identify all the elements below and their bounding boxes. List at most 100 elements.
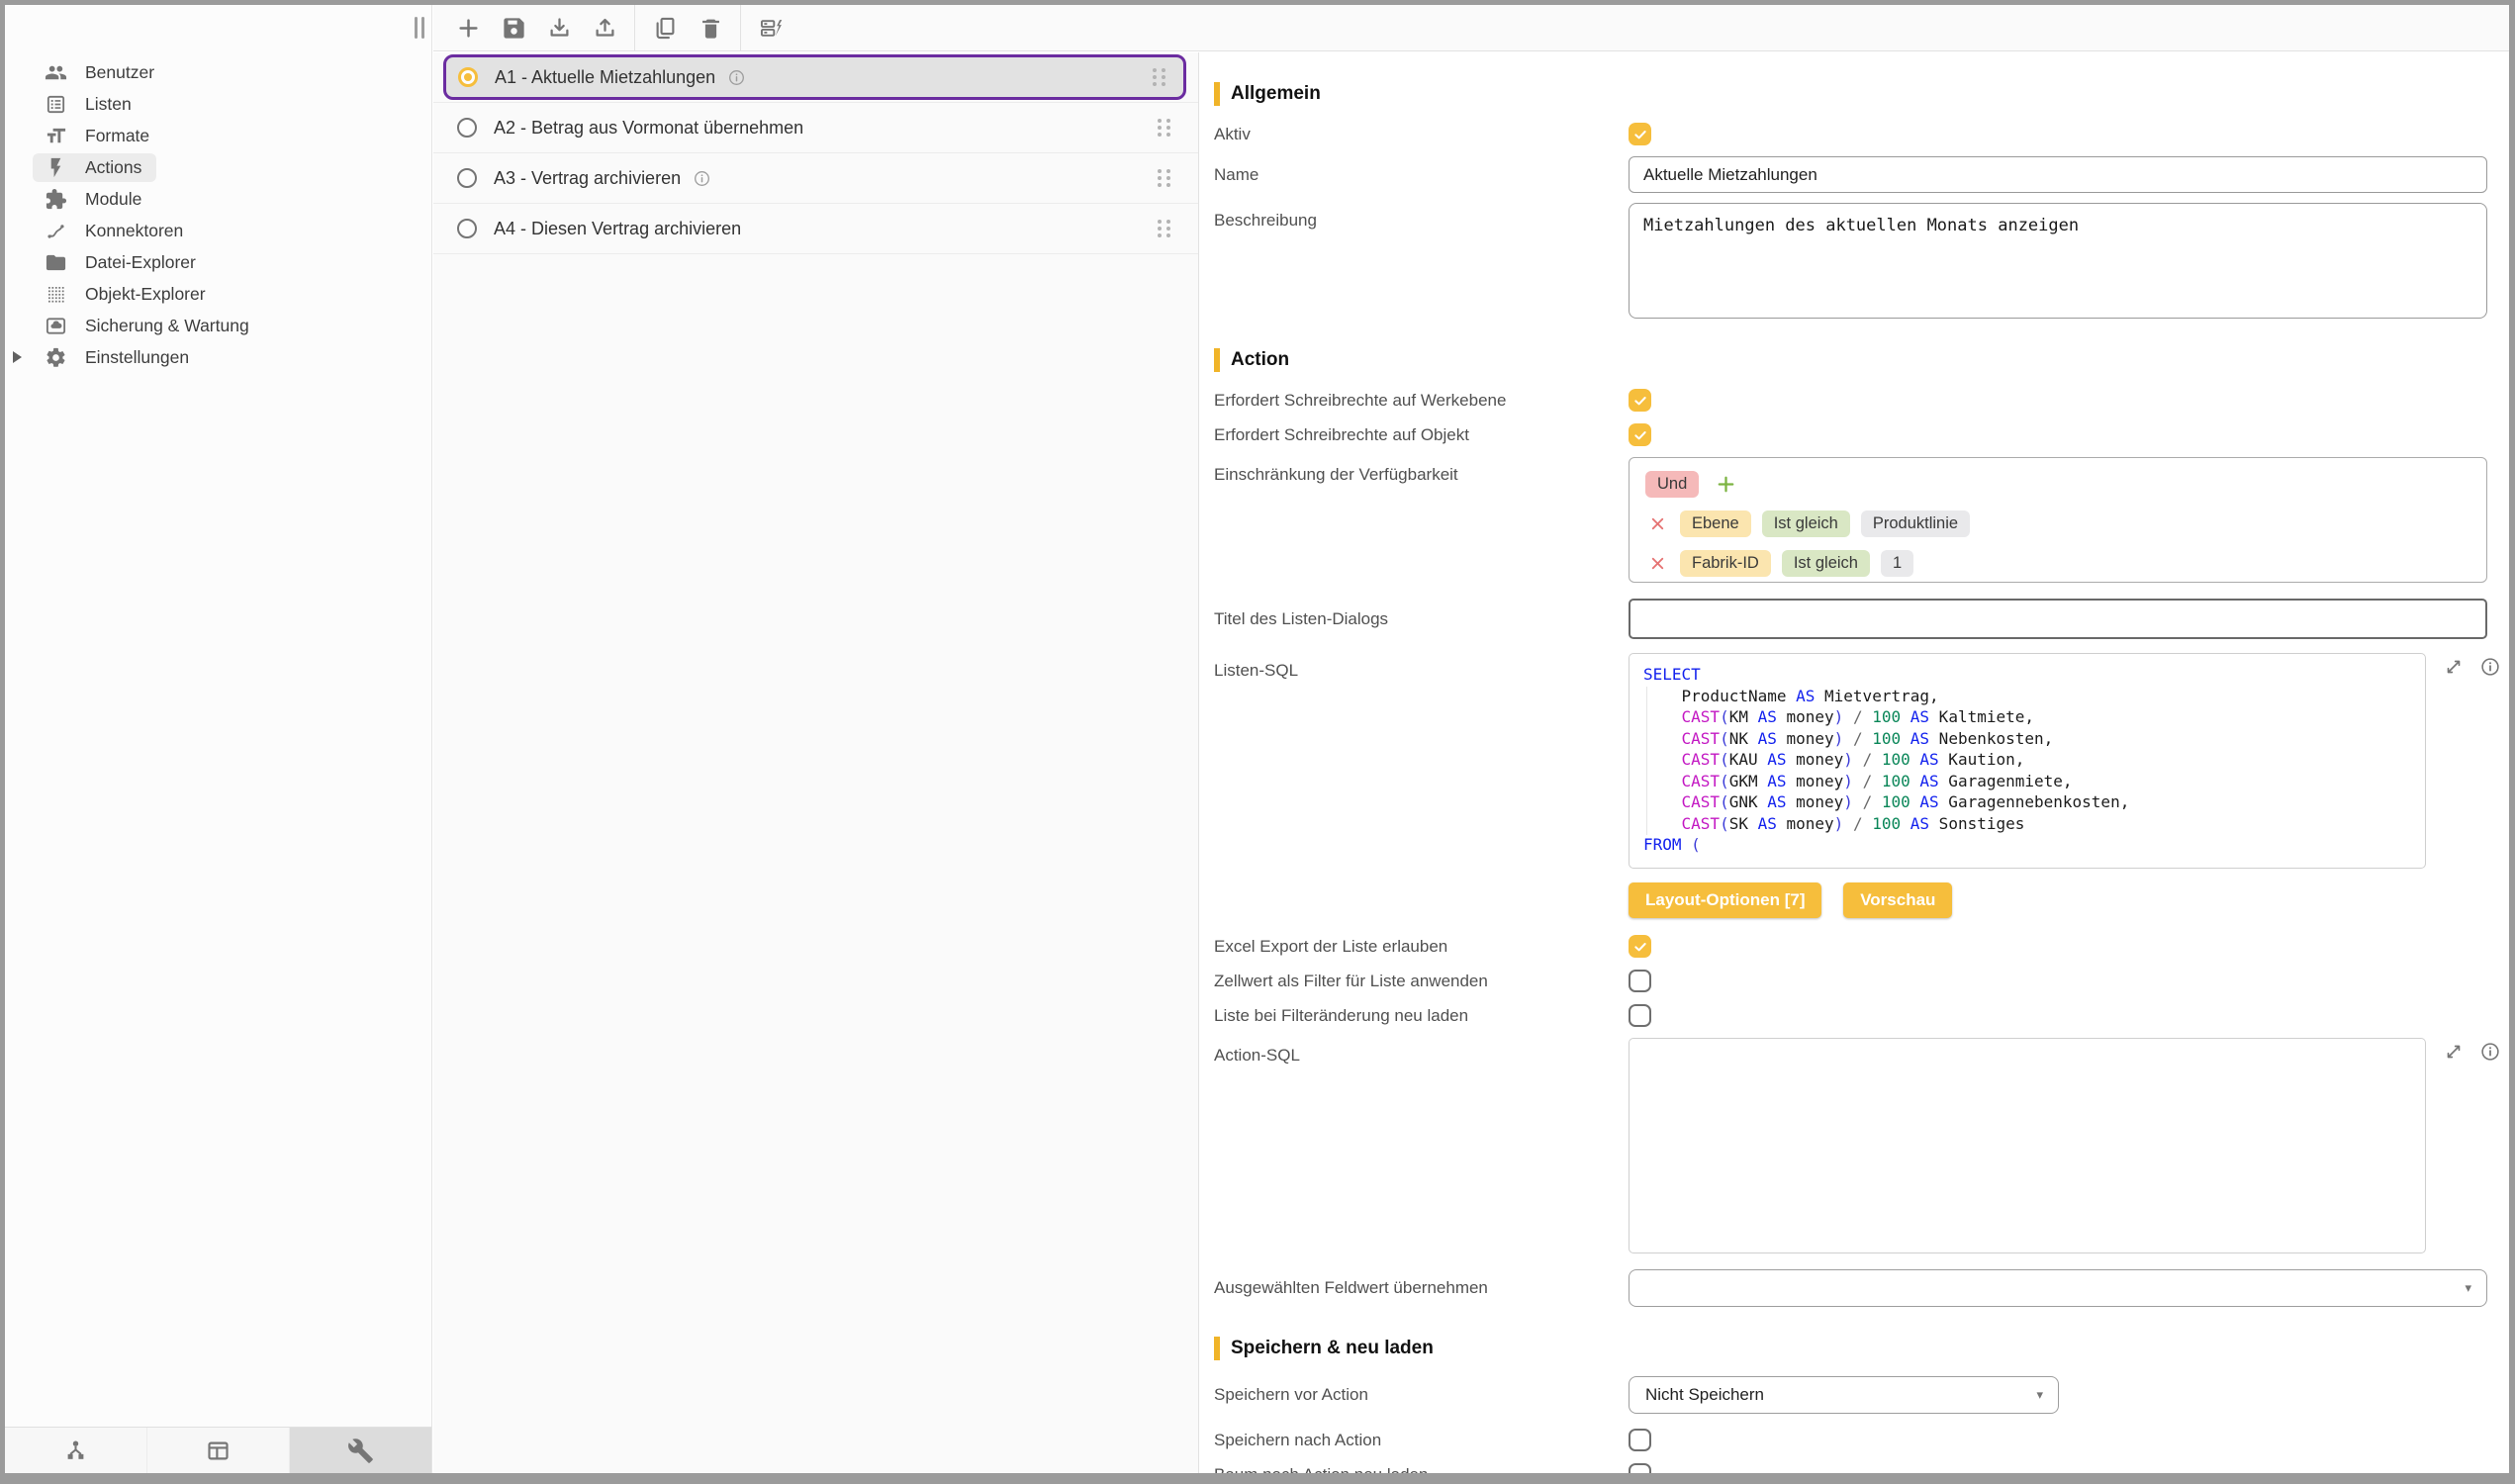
aktiv-label: Aktiv	[1214, 125, 1629, 144]
panel-resize-handle[interactable]	[415, 17, 424, 39]
schreibrechte-werkebene-checkbox[interactable]	[1629, 389, 1651, 412]
bolt-icon	[45, 156, 67, 179]
section-heading-speichern: Speichern & neu laden	[1214, 1337, 2509, 1360]
titel-listen-dialog-input[interactable]	[1629, 599, 2487, 639]
puzzle-icon	[45, 188, 67, 211]
sidebar-tab-tree[interactable]	[5, 1428, 147, 1473]
action-list-panel: A1 - Aktuelle MietzahlungenA2 - Betrag a…	[433, 52, 1199, 1473]
einschraenkung-label: Einschränkung der Verfügbarkeit	[1214, 457, 1629, 485]
sql-code-line: CAST(GKM AS money) / 100 AS Garagenmiete…	[1643, 771, 2411, 792]
sql-code-line: ProductName AS Mietvertrag,	[1643, 686, 2411, 707]
action-list-item[interactable]: A3 - Vertrag archivieren	[433, 153, 1198, 204]
vorschau-button[interactable]: Vorschau	[1843, 882, 1952, 918]
sidebar-item-pill: Module	[33, 185, 156, 214]
feldwert-uebernehmen-select[interactable]: ▾	[1629, 1269, 2487, 1307]
drag-handle-icon[interactable]	[1153, 68, 1165, 86]
sidebar-tab-layout[interactable]	[147, 1428, 290, 1473]
sidebar-item-module[interactable]: Module	[5, 183, 431, 215]
duplicate-button[interactable]	[642, 5, 688, 50]
condition-field-chip[interactable]: Fabrik-ID	[1680, 550, 1771, 577]
info-icon[interactable]	[2479, 656, 2501, 678]
add-button[interactable]	[445, 5, 491, 50]
action-radio[interactable]	[457, 219, 477, 238]
select-value: Nicht Speichern	[1645, 1385, 1764, 1405]
expand-editor-icon[interactable]	[2443, 1041, 2465, 1063]
sidebar-item-objekt-explorer[interactable]: Objekt-Explorer	[5, 278, 431, 310]
selected-action-item-box[interactable]: A1 - Aktuelle Mietzahlungen	[443, 54, 1186, 100]
action-item-label: A3 - Vertrag archivieren	[494, 168, 681, 189]
condition-operator-chip[interactable]: Ist gleich	[1782, 550, 1870, 577]
zellwert-filter-checkbox[interactable]	[1629, 970, 1651, 992]
sidebar-item-konnektoren[interactable]: Konnektoren	[5, 215, 431, 246]
remove-condition-icon[interactable]	[1645, 554, 1669, 573]
sidebar-item-benutzer[interactable]: Benutzer	[5, 56, 431, 88]
delete-button[interactable]	[688, 5, 733, 50]
download-button[interactable]	[536, 5, 582, 50]
info-icon[interactable]	[693, 169, 711, 188]
sidebar-item-pill: Konnektoren	[33, 217, 198, 245]
aktiv-checkbox[interactable]	[1629, 123, 1651, 145]
schreibrechte-objekt-checkbox[interactable]	[1629, 423, 1651, 446]
folder-icon	[45, 251, 67, 274]
beschreibung-textarea[interactable]	[1629, 203, 2487, 319]
sidebar-bottom-tabs	[5, 1427, 432, 1473]
drag-handle-icon[interactable]	[1158, 220, 1170, 237]
remove-condition-icon[interactable]	[1645, 514, 1669, 533]
tree-icon	[62, 1438, 89, 1464]
action-list-item[interactable]: A4 - Diesen Vertrag archivieren	[433, 204, 1198, 254]
sidebar-item-actions[interactable]: Actions	[5, 151, 431, 183]
expand-arrow-icon[interactable]	[13, 351, 22, 363]
listen-sql-editor[interactable]: SELECT ProductName AS Mietvertrag, CAST(…	[1629, 653, 2426, 869]
sidebar-item-datei-explorer[interactable]: Datei-Explorer	[5, 246, 431, 278]
speichern-vor-select[interactable]: Nicht Speichern ▾	[1629, 1376, 2059, 1414]
section-title: Allgemein	[1231, 83, 1321, 105]
upload-button[interactable]	[582, 5, 627, 50]
info-icon[interactable]	[2479, 1041, 2501, 1063]
condition-field-chip[interactable]: Ebene	[1680, 510, 1751, 537]
sidebar-tab-tools[interactable]	[290, 1428, 431, 1473]
action-list-button[interactable]	[748, 5, 793, 50]
liste-neu-laden-checkbox[interactable]	[1629, 1004, 1651, 1027]
drag-handle-icon[interactable]	[1158, 169, 1170, 187]
action-sql-editor[interactable]	[1629, 1038, 2426, 1253]
delete-icon	[698, 15, 724, 42]
chevron-down-icon: ▾	[2465, 1280, 2471, 1296]
list-icon	[45, 93, 67, 116]
sidebar-item-label: Objekt-Explorer	[85, 284, 206, 305]
sidebar-item-einstellungen[interactable]: Einstellungen	[5, 341, 431, 373]
add-condition-icon[interactable]	[1715, 473, 1737, 496]
toolbar	[433, 5, 2509, 51]
format-size-icon	[45, 125, 67, 147]
action-radio[interactable]	[457, 168, 477, 188]
sql-code-line: CAST(KM AS money) / 100 AS Kaltmiete,	[1643, 706, 2411, 728]
condition-row: Fabrik-ID Ist gleich 1	[1645, 550, 2470, 577]
sidebar-item-label: Module	[85, 189, 141, 210]
dot-grid-icon	[45, 283, 67, 306]
window-icon	[205, 1438, 232, 1464]
sidebar-item-formate[interactable]: Formate	[5, 120, 431, 151]
action-radio[interactable]	[458, 67, 478, 87]
sql-code-line: SELECT	[1643, 664, 2411, 686]
condition-value-chip[interactable]: 1	[1881, 550, 1913, 577]
layout-optionen-button[interactable]: Layout-Optionen [7]	[1629, 882, 1821, 918]
speichern-nach-checkbox[interactable]	[1629, 1429, 1651, 1451]
name-input[interactable]	[1629, 156, 2487, 193]
action-radio[interactable]	[457, 118, 477, 138]
info-icon[interactable]	[727, 68, 746, 87]
expand-editor-icon[interactable]	[2443, 656, 2465, 678]
action-list-item[interactable]: A1 - Aktuelle Mietzahlungen	[433, 52, 1198, 103]
drag-handle-icon[interactable]	[1158, 119, 1170, 137]
baum-neu-laden-checkbox[interactable]	[1629, 1463, 1651, 1473]
toolbar-divider	[740, 5, 741, 51]
action-list-icon	[758, 15, 785, 42]
action-list-item[interactable]: A2 - Betrag aus Vormonat übernehmen	[433, 103, 1198, 153]
save-button[interactable]	[491, 5, 536, 50]
condition-operator-chip[interactable]: Ist gleich	[1762, 510, 1850, 537]
group-operator-chip[interactable]: Und	[1645, 471, 1699, 498]
excel-export-checkbox[interactable]	[1629, 935, 1651, 958]
sidebar-item-listen[interactable]: Listen	[5, 88, 431, 120]
section-bar	[1214, 1337, 1220, 1360]
sidebar-item-sicherung-wartung[interactable]: Sicherung & Wartung	[5, 310, 431, 341]
baum-neu-laden-label: Baum nach Action neu laden	[1214, 1465, 1629, 1474]
condition-value-chip[interactable]: Produktlinie	[1861, 510, 1970, 537]
